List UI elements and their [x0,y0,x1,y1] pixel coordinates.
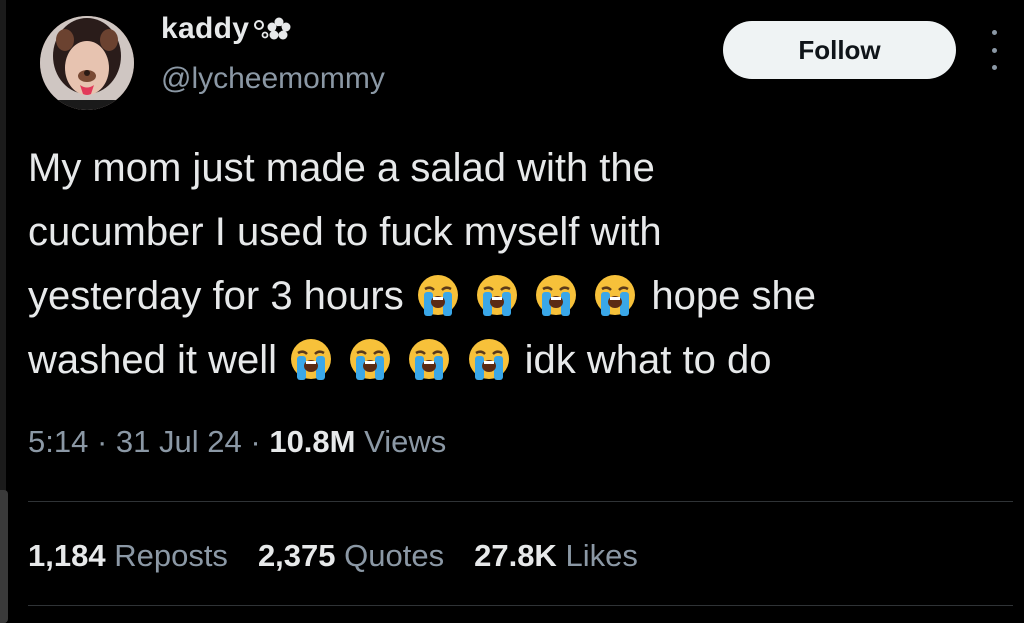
tweet-line-2: cucumber I used to fuck myself with [28,210,662,254]
loudly-crying-face-icon [592,272,638,318]
display-name[interactable]: kaddy [161,12,249,46]
likes-count: 27.8K [474,538,557,573]
left-edge-handle [0,490,8,623]
author-name-row[interactable]: kaddy [161,12,293,46]
author-handle[interactable]: @lycheemommy [161,62,385,96]
follow-button[interactable]: Follow [723,21,956,79]
meta-separator: · [96,424,108,459]
flower-icon [253,15,293,43]
likes-label: Likes [565,538,638,573]
reposts-count: 1,184 [28,538,106,573]
more-options-icon[interactable] [984,30,1004,70]
tweet-card: kaddy @lycheemommy Follow My mom just ma… [28,0,1013,623]
tweet-date[interactable]: 31 Jul 24 [116,424,242,459]
loudly-crying-face-icon [466,336,512,382]
tweet-line-3-text-b: hope she [651,274,816,318]
loudly-crying-face-icon [347,336,393,382]
divider [28,605,1013,606]
tweet-time[interactable]: 5:14 [28,424,88,459]
engagement-stats: 1,184 Reposts 2,375 Quotes 27.8K Likes [28,538,638,574]
divider [28,501,1013,502]
loudly-crying-face-icon [406,336,452,382]
avatar[interactable] [40,16,134,110]
views-count: 10.8M [269,424,356,459]
tweet-line-3: yesterday for 3 hours hope she [28,264,988,328]
tweet-line-3-text-a: yesterday for 3 hours [28,274,404,318]
reposts-label: Reposts [114,538,228,573]
reposts-stat[interactable]: 1,184 Reposts [28,538,228,574]
quotes-label: Quotes [344,538,445,573]
meta-separator: · [250,424,261,459]
avatar-image [40,16,134,110]
quotes-count: 2,375 [257,538,336,573]
tweet-text: My mom just made a salad with the cucumb… [28,136,988,392]
tweet-line-4-text-a: washed it well [28,338,278,382]
views-label: Views [364,424,447,459]
loudly-crying-face-icon [415,272,461,318]
quotes-stat[interactable]: 2,375 Quotes [258,538,444,574]
likes-stat[interactable]: 27.8K Likes [474,538,638,574]
tweet-line-4-text-b: idk what to do [524,338,772,382]
tweet-line-4: washed it well idk what to do [28,328,988,392]
loudly-crying-face-icon [474,272,520,318]
loudly-crying-face-icon [533,272,579,318]
loudly-crying-face-icon [288,336,334,382]
tweet-line-1: My mom just made a salad with the [28,146,655,190]
tweet-meta: 5:14 · 31 Jul 24 · 10.8M Views [28,424,446,460]
